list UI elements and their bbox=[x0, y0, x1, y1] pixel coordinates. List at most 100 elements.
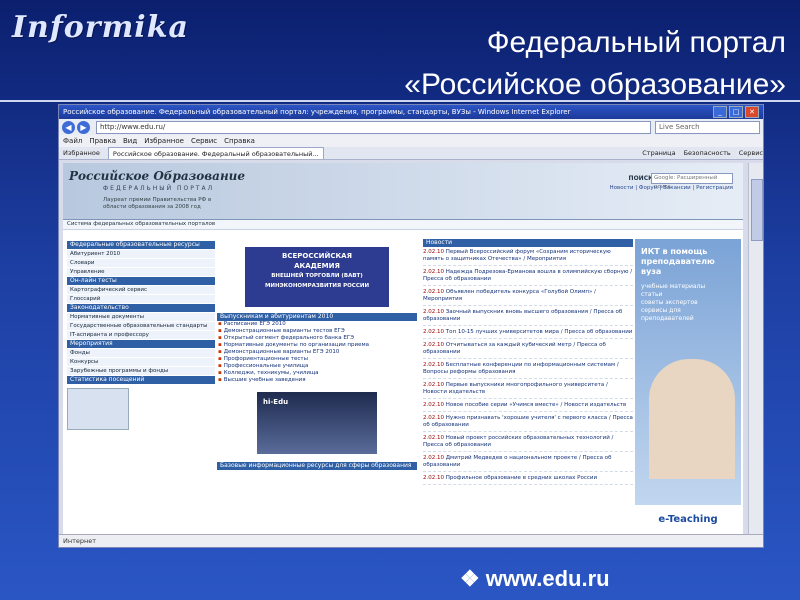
ad-title: ИКТ в помощь преподавателю вуза bbox=[641, 247, 715, 276]
menu-edit[interactable]: Правка bbox=[89, 135, 116, 147]
news-item[interactable]: 2.02.10 Новое пособие серии «Учимся вмес… bbox=[423, 402, 633, 412]
slide-title-line1: Федеральный портал bbox=[486, 26, 786, 59]
news-date: 2.02.10 bbox=[423, 402, 444, 408]
left-nav-item[interactable]: Мероприятия bbox=[67, 340, 215, 348]
news-item[interactable]: 2.02.10 Первый Всероссийский форум «Сохр… bbox=[423, 249, 633, 266]
breadcrumb[interactable]: Система федеральных образовательных порт… bbox=[63, 220, 743, 230]
news-item[interactable]: 2.02.10 Дмитрий Медведев о национальном … bbox=[423, 455, 633, 472]
center-column: ВСЕРОССИЙСКАЯ АКАДЕМИЯ ВНЕШНЕЙ ТОРГОВЛИ … bbox=[217, 241, 417, 470]
news-text[interactable]: Нужно признавать 'хорошие учителя' с пер… bbox=[423, 415, 633, 428]
news-text[interactable]: Надежда Подрезова-Ерманова вошла в олимп… bbox=[423, 269, 632, 282]
forward-button[interactable]: ▶ bbox=[77, 120, 90, 134]
news-text[interactable]: Топ 10-15 лучших университетов мира / Пр… bbox=[446, 329, 633, 335]
news-text[interactable]: Объявлен победитель конкурса «Голубой Ол… bbox=[423, 289, 596, 302]
news-item[interactable]: 2.02.10 Первые выпускники многопрофильно… bbox=[423, 382, 633, 399]
scroll-thumb[interactable] bbox=[751, 179, 763, 241]
graduates-link[interactable]: Демонстрационные варианты ЕГЭ 2010 bbox=[217, 349, 417, 356]
news-date: 2.02.10 bbox=[423, 249, 444, 255]
graduates-link[interactable]: Расписание ЕГЭ 2010 bbox=[217, 321, 417, 328]
graduates-link[interactable]: Высшие учебные заведения bbox=[217, 377, 417, 384]
slide-title: Федеральный портал «Российское образован… bbox=[266, 22, 786, 106]
news-text[interactable]: Первый Всероссийский форум «Сохраним ист… bbox=[423, 249, 611, 262]
site-top-links[interactable]: Новости | Форум | Вакансии | Регистрация bbox=[610, 185, 733, 191]
ad-list-item: учебные материалы bbox=[641, 283, 706, 290]
news-item[interactable]: 2.02.10 Заочный выпускник вновь высшего … bbox=[423, 309, 633, 326]
graduates-link[interactable]: Профориентационные тесты bbox=[217, 356, 417, 363]
menu-file[interactable]: Файл bbox=[63, 135, 82, 147]
left-nav-item[interactable]: IT-аспиранта и профессору bbox=[67, 331, 215, 340]
left-nav-item[interactable]: Конкурсы bbox=[67, 358, 215, 367]
news-item[interactable]: 2.02.10 Профильное образование в средних… bbox=[423, 475, 633, 485]
hiedu-banner[interactable]: hi-Edu bbox=[257, 392, 377, 454]
news-text[interactable]: Профильное образование в средних школах … bbox=[446, 475, 597, 481]
news-item[interactable]: 2.02.10 Надежда Подрезова-Ерманова вошла… bbox=[423, 269, 633, 286]
window-titlebar: Российское образование. Федеральный обра… bbox=[59, 105, 763, 119]
news-text[interactable]: Первые выпускники многопрофильного униве… bbox=[423, 382, 608, 395]
vavt-banner[interactable]: ВСЕРОССИЙСКАЯ АКАДЕМИЯ ВНЕШНЕЙ ТОРГОВЛИ … bbox=[245, 247, 389, 307]
graduates-link[interactable]: Открытый сегмент федерального банка ЕГЭ bbox=[217, 335, 417, 342]
page-menu[interactable]: Страница bbox=[642, 147, 675, 159]
graduates-link[interactable]: Демонстрационные варианты тестов ЕГЭ bbox=[217, 328, 417, 335]
vavt-line2: АКАДЕМИЯ bbox=[294, 262, 340, 270]
left-nav-item[interactable]: Государственные образовательные стандарт… bbox=[67, 322, 215, 331]
news-item[interactable]: 2.02.10 Нужно признавать 'хорошие учител… bbox=[423, 415, 633, 432]
news-text[interactable]: Заочный выпускник вновь высшего образова… bbox=[423, 309, 622, 322]
left-nav-item[interactable]: Глоссарий bbox=[67, 295, 215, 304]
site-search-input[interactable]: Google: Расширенный поиск bbox=[651, 173, 733, 190]
url-input[interactable]: http://www.edu.ru/ bbox=[96, 120, 651, 134]
left-nav-item[interactable]: Фонды bbox=[67, 349, 215, 358]
maximize-button[interactable]: □ bbox=[729, 106, 743, 118]
left-nav-item[interactable]: Абитуриент 2010 bbox=[67, 250, 215, 259]
minimize-button[interactable]: _ bbox=[713, 106, 727, 118]
news-date: 2.02.10 bbox=[423, 329, 444, 335]
browser-window: Российское образование. Федеральный обра… bbox=[58, 104, 764, 548]
left-nav-item[interactable]: Нормативные документы bbox=[67, 313, 215, 322]
news-date: 2.02.10 bbox=[423, 309, 444, 315]
news-text[interactable]: Отчитываться за каждый кубический метр /… bbox=[423, 342, 606, 355]
left-nav-item[interactable]: Он-лайн тесты bbox=[67, 277, 215, 285]
menu-tools[interactable]: Сервис bbox=[191, 135, 217, 147]
news-text[interactable]: Дмитрий Медведев о национальном проекте … bbox=[423, 455, 611, 468]
left-nav-item[interactable]: Федеральные образовательные ресурсы bbox=[67, 241, 215, 249]
news-text[interactable]: Бесплатные конференции по информационным… bbox=[423, 362, 619, 375]
favorites-button[interactable]: Избранное bbox=[63, 147, 100, 159]
news-date: 2.02.10 bbox=[423, 269, 444, 275]
left-nav-item[interactable]: Статистика посещений bbox=[67, 376, 215, 384]
news-item[interactable]: 2.02.10 Новый проект российских образова… bbox=[423, 435, 633, 452]
close-button[interactable]: ✕ bbox=[745, 106, 759, 118]
security-menu[interactable]: Безопасность bbox=[684, 147, 731, 159]
back-button[interactable]: ◀ bbox=[62, 120, 75, 134]
news-text[interactable]: Новый проект российских образовательных … bbox=[423, 435, 613, 448]
news-date: 2.02.10 bbox=[423, 415, 444, 421]
news-date: 2.02.10 bbox=[423, 342, 444, 348]
graduates-link[interactable]: Профессиональные училища bbox=[217, 363, 417, 370]
left-nav-item[interactable]: Картографический сервис bbox=[67, 286, 215, 295]
news-date: 2.02.10 bbox=[423, 362, 444, 368]
left-nav-item[interactable]: Законодательство bbox=[67, 304, 215, 312]
ad-list-item: сервисы для преподавателей bbox=[641, 307, 694, 322]
eteaching-ad[interactable]: ИКТ в помощь преподавателю вуза учебные … bbox=[635, 239, 741, 535]
news-item[interactable]: 2.02.10 Объявлен победитель конкурса «Го… bbox=[423, 289, 633, 306]
browser-tab[interactable]: Российское образование. Федеральный обра… bbox=[107, 147, 324, 159]
site-header: Российское Образование ФЕДЕРАЛЬНЫЙ ПОРТА… bbox=[63, 163, 743, 220]
left-nav-item[interactable]: Словари bbox=[67, 259, 215, 268]
informika-logo: Informika bbox=[12, 10, 189, 45]
menu-help[interactable]: Справка bbox=[224, 135, 255, 147]
news-item[interactable]: 2.02.10 Топ 10-15 лучших университетов м… bbox=[423, 329, 633, 339]
menu-favorites[interactable]: Избранное bbox=[144, 135, 184, 147]
news-text[interactable]: Новое пособие серии «Учимся вместе» / Но… bbox=[446, 402, 627, 408]
news-item[interactable]: 2.02.10 Бесплатные конференции по информ… bbox=[423, 362, 633, 379]
graduates-link[interactable]: Колледжи, техникумы, училища bbox=[217, 370, 417, 377]
graduates-link[interactable]: Нормативные документы по организации при… bbox=[217, 342, 417, 349]
vertical-scrollbar[interactable] bbox=[748, 163, 763, 535]
left-nav-item[interactable]: Зарубежные программы и фонды bbox=[67, 367, 215, 376]
site-logo[interactable]: Российское Образование bbox=[69, 169, 245, 183]
menu-view[interactable]: Вид bbox=[123, 135, 137, 147]
search-input[interactable]: Live Search bbox=[655, 120, 760, 134]
hiedu-label: hi-Edu bbox=[263, 398, 289, 406]
left-nav-item[interactable]: Управление bbox=[67, 268, 215, 277]
news-item[interactable]: 2.02.10 Отчитываться за каждый кубически… bbox=[423, 342, 633, 359]
divider bbox=[0, 100, 800, 102]
tools-menu[interactable]: Сервис bbox=[739, 147, 763, 159]
